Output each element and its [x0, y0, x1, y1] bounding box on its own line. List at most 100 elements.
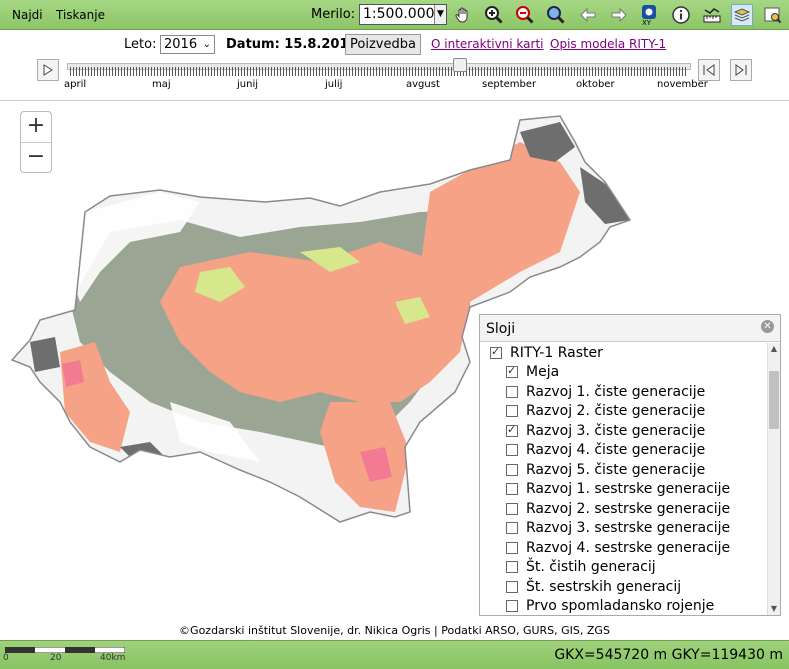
layers-panel: Sloji ✕ RITY-1 Raster Meja Razvoj 1. čiste…	[479, 314, 781, 616]
date-slider-thumb[interactable]	[453, 58, 468, 72]
layer-label: Razvoj 4. sestrske generacije	[526, 539, 731, 556]
scale-label: Merilo:	[311, 7, 356, 22]
scroll-up-icon[interactable]: ▲	[768, 343, 780, 355]
layers-icon[interactable]	[731, 4, 753, 26]
layers-panel-title: Sloji	[486, 321, 516, 337]
date-text: Datum: 15.8.2016	[226, 37, 358, 52]
layer-checkbox[interactable]	[506, 405, 518, 417]
play-button[interactable]	[37, 59, 59, 81]
dropdown-arrow-icon: ▼	[434, 5, 446, 24]
zoom-control: + −	[20, 111, 52, 173]
play-icon	[43, 64, 53, 76]
top-toolbar: Najdi Tiskanje Merilo: 1:500.000 ▼ XY	[0, 0, 789, 30]
layer-label: RITY-1 Raster	[510, 344, 603, 361]
month-label: julij	[325, 79, 343, 90]
layer-label: Razvoj 1. čiste generacije	[526, 383, 706, 400]
zoom-out-icon[interactable]	[514, 4, 536, 26]
chevron-down-icon: ⌄	[202, 39, 211, 50]
scroll-thumb[interactable]	[769, 371, 779, 429]
layer-label: Št. sestrskih generacij	[526, 578, 682, 595]
layer-item[interactable]: Razvoj 4. sestrske generacije	[506, 538, 730, 557]
back-arrow-icon[interactable]	[577, 4, 599, 26]
month-label: junij	[237, 79, 259, 90]
step-forward-icon	[735, 64, 747, 76]
month-label: maj	[152, 79, 171, 90]
svg-text:XY: XY	[642, 19, 652, 26]
layer-checkbox[interactable]	[506, 463, 518, 476]
scale-bar-label: 20	[50, 653, 62, 663]
xy-locate-icon[interactable]: XY	[638, 4, 660, 26]
forward-arrow-icon[interactable]	[608, 4, 630, 26]
interactive-map-link[interactable]: O interaktivni karti	[431, 37, 543, 51]
layer-item[interactable]: Razvoj 4. čiste generacije	[506, 441, 705, 460]
layer-label: Št. čistih generacij	[526, 559, 656, 575]
year-value: 2016	[164, 37, 198, 52]
layer-item[interactable]: Razvoj 3. čiste generacije	[506, 421, 705, 440]
scale-value: 1:500.000	[363, 6, 435, 22]
layer-checkbox[interactable]	[506, 541, 518, 554]
query-button[interactable]: Poizvedba	[345, 34, 421, 55]
map-attribution: ©Gozdarski inštitut Slovenije, dr. Nikic…	[179, 624, 610, 637]
step-back-icon	[703, 64, 715, 76]
year-label: Leto:	[124, 37, 157, 52]
scroll-down-icon[interactable]: ▼	[768, 603, 780, 615]
info-icon[interactable]	[670, 4, 692, 26]
month-label: oktober	[576, 79, 615, 90]
layer-item[interactable]: Razvoj 1. sestrske generacije	[506, 480, 730, 499]
print-preview-icon[interactable]	[762, 4, 784, 26]
layer-checkbox[interactable]	[506, 364, 518, 378]
month-label: september	[482, 79, 537, 90]
layer-label: Razvoj 1. sestrske generacije	[526, 481, 731, 497]
zoom-in-icon[interactable]	[483, 4, 505, 26]
model-description-link[interactable]: Opis modela RITY-1	[550, 37, 666, 51]
month-label: april	[64, 79, 87, 90]
measure-icon[interactable]	[701, 4, 723, 26]
app-window: Najdi Tiskanje Merilo: 1:500.000 ▼ XY Le…	[0, 0, 789, 669]
layer-checkbox[interactable]	[506, 561, 518, 573]
layer-label: Razvoj 5. čiste generacije	[526, 461, 706, 478]
layer-label: Razvoj 2. čiste generacije	[526, 403, 706, 419]
layer-checkbox[interactable]	[506, 423, 518, 437]
layer-item[interactable]: RITY-1 Raster	[490, 343, 603, 362]
hand-icon[interactable]	[452, 4, 474, 26]
layer-item[interactable]: Meja	[506, 363, 559, 382]
layer-checkbox[interactable]	[506, 385, 518, 398]
layer-item[interactable]: Razvoj 3. sestrske generacije	[506, 519, 730, 538]
scale-select[interactable]: 1:500.000 ▼	[359, 4, 447, 25]
step-forward-button[interactable]	[730, 59, 752, 81]
layer-checkbox[interactable]	[506, 522, 518, 534]
layer-checkbox[interactable]	[506, 483, 518, 495]
layer-item[interactable]: Razvoj 2. sestrske generacije	[506, 499, 730, 518]
layers-scrollbar[interactable]: ▲ ▼	[767, 343, 780, 615]
zoom-in-button[interactable]: +	[21, 112, 51, 142]
layer-label: Prvo spomladansko rojenje	[526, 598, 715, 614]
time-panel: Leto: 2016 ⌄ Datum: 15.8.2016 Poizvedba …	[0, 31, 789, 101]
coordinates-readout: GKX=545720 m GKY=119430 m	[554, 647, 783, 663]
menu-tiskanje[interactable]: Tiskanje	[56, 8, 105, 22]
layer-item[interactable]: Št. sestrskih generacij	[506, 577, 681, 596]
close-icon[interactable]: ✕	[761, 320, 774, 333]
layer-checkbox[interactable]	[506, 580, 518, 593]
layer-label: Razvoj 3. čiste generacije	[526, 422, 706, 439]
zoom-out-button[interactable]: −	[21, 142, 51, 172]
menu-najdi[interactable]: Najdi	[12, 8, 43, 22]
layer-checkbox[interactable]	[506, 444, 518, 456]
layer-checkbox[interactable]	[506, 502, 518, 515]
layer-item[interactable]: Razvoj 1. čiste generacije	[506, 382, 705, 401]
layer-item[interactable]: Št. čistih generacij	[506, 558, 656, 577]
step-back-button[interactable]	[698, 59, 720, 81]
layers-list: RITY-1 Raster Meja Razvoj 1. čiste generac…	[480, 343, 768, 615]
layer-checkbox[interactable]	[490, 345, 502, 359]
date-slider-ticks	[70, 67, 688, 76]
layer-item[interactable]: Razvoj 2. čiste generacije	[506, 402, 705, 421]
layer-label: Meja	[526, 364, 560, 380]
year-select[interactable]: 2016 ⌄	[160, 35, 215, 54]
scale-bar-label: 0	[3, 653, 9, 663]
scale-bar-label: 40km	[100, 653, 126, 663]
month-label: avgust	[406, 79, 440, 90]
status-bar: 0 20 40km GKX=545720 m GKY=119430 m	[0, 640, 789, 669]
layer-item[interactable]: Prvo spomladansko rojenje	[506, 597, 714, 616]
zoom-extent-icon[interactable]	[545, 4, 567, 26]
layer-item[interactable]: Razvoj 5. čiste generacije	[506, 460, 705, 479]
layer-checkbox[interactable]	[506, 600, 518, 612]
